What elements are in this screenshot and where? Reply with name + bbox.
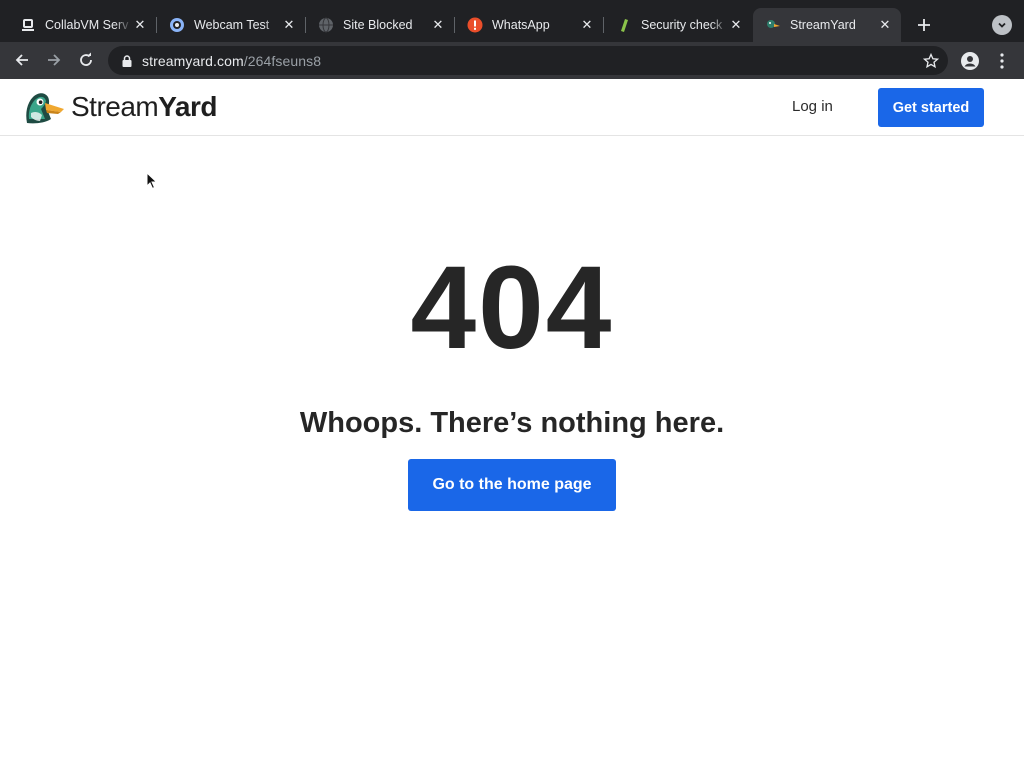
error-code: 404 bbox=[410, 242, 614, 374]
site-header: StreamYard Log in Get started bbox=[0, 79, 1024, 136]
error-message: Whoops. There’s nothing here. bbox=[299, 407, 725, 439]
profile-icon[interactable] bbox=[960, 51, 980, 71]
close-tab-icon[interactable]: ✕ bbox=[430, 17, 446, 33]
forward-icon[interactable] bbox=[42, 48, 66, 72]
duck-logo-icon bbox=[26, 93, 64, 124]
url-domain: streamyard.com bbox=[142, 52, 244, 69]
get-started-button[interactable]: Get started bbox=[878, 88, 984, 127]
close-tab-icon[interactable]: ✕ bbox=[281, 17, 297, 33]
bookmark-star-icon[interactable] bbox=[922, 52, 940, 70]
streamyard-logo[interactable]: StreamYard bbox=[23, 89, 217, 125]
lock-icon[interactable] bbox=[120, 54, 134, 68]
tab-whatsapp[interactable]: WhatsApp ✕ bbox=[455, 8, 604, 42]
tab-search-icon[interactable] bbox=[992, 15, 1012, 35]
mouse-cursor-icon bbox=[146, 172, 158, 190]
shield-leaf-icon bbox=[616, 17, 632, 33]
menu-kebab-icon[interactable] bbox=[994, 50, 1010, 72]
logo-wordmark: StreamYard bbox=[71, 91, 217, 122]
tab-webcam-test[interactable]: Webcam Test ✕ bbox=[157, 8, 306, 42]
browser-toolbar: streamyard.com/264fseuns8 bbox=[0, 42, 1024, 79]
tab-site-blocked[interactable]: Site Blocked ✕ bbox=[306, 8, 455, 42]
close-tab-icon[interactable]: ✕ bbox=[132, 17, 148, 33]
collabvm-icon bbox=[20, 17, 36, 33]
home-page-button[interactable]: Go to the home page bbox=[408, 459, 616, 511]
tab-streamyard[interactable]: StreamYard ✕ bbox=[753, 8, 901, 42]
webcam-icon bbox=[169, 17, 185, 33]
close-tab-icon[interactable]: ✕ bbox=[877, 17, 893, 33]
back-icon[interactable] bbox=[10, 48, 34, 72]
tab-collabvm[interactable]: CollabVM Serv ✕ bbox=[8, 8, 157, 42]
reload-icon[interactable] bbox=[74, 48, 98, 72]
url-text[interactable]: streamyard.com/264fseuns8 bbox=[142, 53, 321, 69]
url-path: /264fseuns8 bbox=[243, 52, 322, 69]
login-link[interactable]: Log in bbox=[792, 98, 833, 115]
alert-icon bbox=[467, 17, 483, 33]
new-tab-icon[interactable] bbox=[912, 13, 936, 37]
close-tab-icon[interactable]: ✕ bbox=[579, 17, 595, 33]
globe-icon bbox=[318, 17, 334, 33]
tab-security-check[interactable]: Security check ✕ bbox=[604, 8, 752, 42]
browser-tabstrip: CollabVM Serv ✕ Webcam Test ✕ Site Block… bbox=[0, 0, 1024, 42]
address-bar[interactable]: streamyard.com/264fseuns8 bbox=[108, 46, 948, 75]
close-tab-icon[interactable]: ✕ bbox=[728, 17, 744, 33]
streamyard-icon bbox=[765, 17, 781, 33]
